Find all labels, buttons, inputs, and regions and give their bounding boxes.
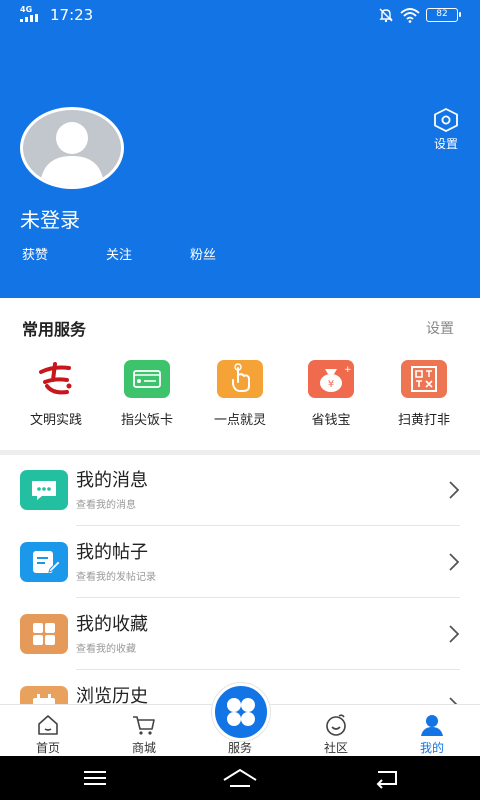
common-services-title: 常用服务 bbox=[22, 320, 87, 339]
nav-home[interactable]: 首页 bbox=[0, 705, 96, 757]
nav-label: 商城 bbox=[131, 741, 156, 755]
seal-icon bbox=[401, 360, 447, 398]
community-icon bbox=[326, 714, 346, 736]
money-bag-icon: ¥ + bbox=[308, 360, 354, 398]
stat-following[interactable]: 关注 bbox=[106, 244, 132, 263]
nav-label: 社区 bbox=[323, 741, 348, 755]
home-button-icon[interactable] bbox=[222, 766, 258, 790]
signal-icon bbox=[20, 14, 38, 22]
svg-text:+: + bbox=[344, 365, 352, 375]
clover-service-icon bbox=[227, 698, 255, 726]
cart-icon bbox=[133, 716, 155, 735]
menu-subtitle: 查看我的消息 bbox=[76, 500, 136, 511]
nav-mall[interactable]: 商城 bbox=[96, 705, 192, 757]
settings-label: 设置 bbox=[433, 137, 458, 151]
service-label: 一点就灵 bbox=[213, 413, 266, 428]
status-bar: 4G 17:23 82 bbox=[0, 0, 480, 30]
service-fanka[interactable]: 指尖饭卡 bbox=[101, 360, 193, 428]
service-shengqianbao[interactable]: ¥ + 省钱宝 bbox=[285, 360, 377, 428]
menu-item-collection[interactable]: 我的收藏 查看我的收藏 bbox=[0, 598, 480, 670]
profile-header: 4G 17:23 82 未登录 获赞 关注 粉丝 设置 bbox=[0, 0, 480, 298]
user-icon bbox=[421, 715, 443, 736]
nav-label: 我的 bbox=[419, 741, 444, 755]
service-wenming[interactable]: 文明实践 bbox=[10, 360, 102, 428]
menu-title: 我的收藏 bbox=[76, 614, 148, 635]
finger-tap-icon bbox=[217, 360, 263, 398]
chevron-right-icon bbox=[449, 481, 460, 499]
post-edit-icon bbox=[20, 542, 68, 582]
menu-title: 我的消息 bbox=[76, 470, 148, 491]
home-icon bbox=[38, 715, 58, 735]
card-icon bbox=[124, 360, 170, 398]
network-indicator: 4G bbox=[20, 5, 33, 14]
common-services-settings[interactable]: 设置 bbox=[426, 318, 454, 338]
stat-fans[interactable]: 粉丝 bbox=[190, 244, 216, 263]
settings-button[interactable]: 设置 bbox=[426, 108, 466, 151]
wifi-icon bbox=[400, 8, 420, 23]
service-label: 扫黄打非 bbox=[397, 413, 450, 428]
back-icon[interactable] bbox=[374, 766, 400, 790]
nav-label: 首页 bbox=[35, 741, 60, 755]
nav-community[interactable]: 社区 bbox=[288, 705, 384, 757]
battery-indicator: 82 bbox=[426, 8, 461, 22]
common-services-grid: 文明实践 指尖饭卡 一点就灵 ¥ + 省钱宝 扫黄打非 bbox=[0, 360, 480, 430]
service-center-button[interactable] bbox=[212, 683, 270, 741]
menu-item-posts[interactable]: 我的帖子 查看我的发帖记录 bbox=[0, 526, 480, 598]
chevron-right-icon bbox=[449, 625, 460, 643]
service-label: 省钱宝 bbox=[311, 413, 351, 428]
nav-mine[interactable]: 我的 bbox=[384, 705, 480, 757]
login-status[interactable]: 未登录 bbox=[20, 204, 80, 233]
system-nav-bar bbox=[0, 756, 480, 800]
menu-title: 我的帖子 bbox=[76, 542, 148, 563]
chevron-right-icon bbox=[449, 553, 460, 571]
svg-text:¥: ¥ bbox=[328, 379, 334, 390]
status-time: 17:23 bbox=[50, 6, 94, 24]
menu-icon[interactable] bbox=[82, 766, 108, 790]
service-label: 指尖饭卡 bbox=[120, 413, 173, 428]
hexagon-settings-icon bbox=[434, 108, 458, 132]
mute-icon bbox=[379, 8, 393, 23]
service-label: 文明实践 bbox=[29, 413, 82, 428]
service-yidianjiuling[interactable]: 一点就灵 bbox=[194, 360, 286, 428]
service-saohuangdafei[interactable]: 扫黄打非 bbox=[378, 360, 470, 428]
stat-likes[interactable]: 获赞 bbox=[22, 244, 48, 263]
menu-subtitle: 查看我的收藏 bbox=[76, 644, 136, 655]
wenming-logo-icon bbox=[33, 360, 79, 398]
menu-item-messages[interactable]: 我的消息 查看我的消息 bbox=[0, 454, 480, 526]
avatar[interactable] bbox=[20, 107, 124, 189]
menu-subtitle: 查看我的发帖记录 bbox=[76, 572, 156, 583]
grid-collection-icon bbox=[20, 614, 68, 654]
message-icon bbox=[20, 470, 68, 510]
